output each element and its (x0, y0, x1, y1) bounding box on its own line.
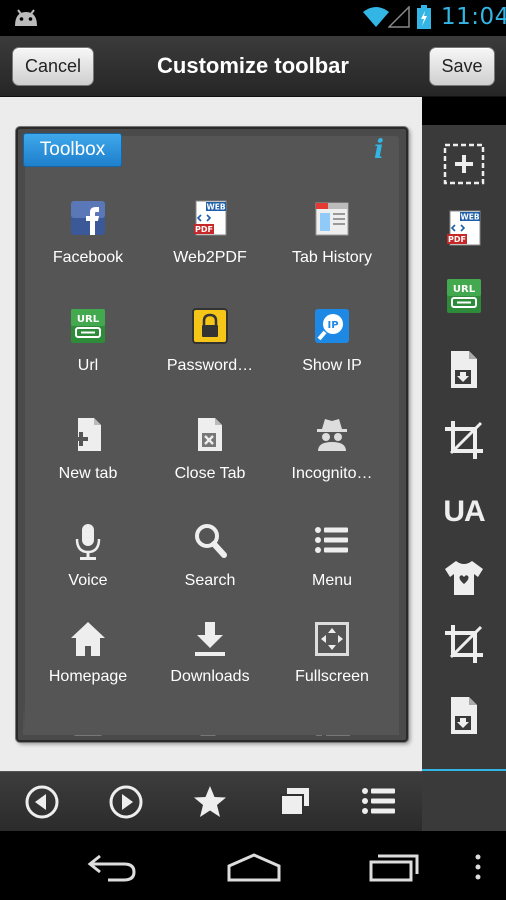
toolbox-item-fullscreen[interactable]: Fullscreen (271, 622, 393, 712)
tab-history-icon (315, 202, 349, 236)
toolbox-item-menu[interactable]: Menu (271, 522, 393, 612)
theme-icon[interactable] (441, 555, 487, 601)
toolbox-item-close-tab[interactable]: Close Tab (149, 415, 271, 505)
toolbox-item-label: Url (77, 357, 99, 374)
toolbox-item-downloads[interactable]: Downloads (149, 622, 271, 712)
status-bar: 11:04 (0, 0, 506, 36)
url-badge-text: URL (77, 314, 100, 325)
pdf-badge-text: PDF (448, 235, 466, 244)
toolbox-item-incognito[interactable]: Incognito… (271, 415, 393, 505)
title-bar: Cancel Customize toolbar Save (0, 36, 506, 97)
wifi-icon (363, 7, 389, 27)
add-slot-icon[interactable] (441, 141, 487, 187)
web-badge-text: WEB (206, 203, 225, 212)
toolbox-item-search[interactable]: Search (149, 522, 271, 612)
toolbox-item-facebook[interactable]: Facebook (27, 199, 149, 289)
toolbox-item-label: Menu (311, 572, 353, 589)
close-tab-icon (198, 418, 222, 451)
signal-icon (388, 6, 410, 28)
toolbox-item-label: Password… (166, 357, 254, 374)
home-icon (71, 622, 105, 656)
toolbox-tab: Toolbox (23, 133, 122, 167)
toolbox-item-label: Search (184, 572, 236, 589)
fullscreen-icon (315, 622, 349, 656)
toolbox-item-label: Voice (68, 572, 108, 589)
crop-icon[interactable] (441, 417, 487, 463)
toolbox-item-password[interactable]: Password… (149, 307, 271, 397)
back-icon[interactable] (24, 784, 60, 820)
incognito-icon (317, 419, 347, 451)
toolbox-item-label: Close Tab (174, 465, 246, 482)
lock-icon (192, 308, 228, 344)
toolbox-item-label: Web2PDF (173, 249, 247, 266)
toolbox-item-label: Downloads (170, 668, 250, 685)
tabs-icon[interactable] (277, 784, 313, 820)
url-badge-text: URL (453, 284, 476, 295)
toolbox-item-label: Show IP (302, 357, 362, 374)
toolbox-item-url[interactable]: URL Url (27, 307, 149, 397)
toolbox-item-label: Facebook (52, 249, 124, 266)
toolbox-item-label: Incognito… (291, 465, 373, 482)
search-icon (195, 524, 227, 558)
facebook-icon (71, 201, 105, 235)
toolbox-item-tab-history[interactable]: Tab History (271, 199, 393, 289)
battery-charging-icon (417, 5, 431, 29)
pdf-badge-text: PDF (195, 225, 213, 234)
toolbox-item-label: Fullscreen (295, 668, 369, 685)
clock: 11:04 (441, 4, 506, 30)
toolbox-item-label: Homepage (48, 668, 128, 685)
toolbox-item-new-tab[interactable]: New tab (27, 415, 149, 505)
save-page-icon[interactable] (441, 692, 487, 738)
save-page-icon[interactable] (441, 346, 487, 392)
web2pdf-icon: WEB PDF (194, 200, 227, 236)
crop-icon[interactable] (441, 621, 487, 667)
nav-back-icon[interactable] (86, 852, 138, 882)
grid-fade (23, 705, 399, 735)
strip-scroll-indicator (422, 769, 506, 771)
url-icon[interactable]: URL (441, 273, 487, 319)
ua-icon[interactable]: UA (441, 489, 487, 535)
toolbox-item-label: Tab History (291, 249, 373, 266)
nav-recent-apps-icon[interactable] (368, 852, 420, 882)
menu-icon (315, 527, 348, 553)
url-icon: URL (71, 309, 105, 343)
nav-home-icon[interactable] (226, 852, 282, 882)
ip-badge-text: IP (327, 320, 338, 331)
info-icon[interactable]: i (374, 135, 384, 165)
android-icon (15, 9, 37, 26)
toolbox-item-voice[interactable]: Voice (27, 522, 149, 612)
microphone-icon (75, 524, 101, 560)
toolbox-item-homepage[interactable]: Homepage (27, 622, 149, 712)
overflow-menu-icon[interactable] (474, 854, 482, 880)
toolbox-item-label: New tab (58, 465, 118, 482)
save-button[interactable]: Save (429, 47, 495, 86)
show-ip-icon: IP (315, 309, 349, 343)
toolbox-item-show-ip[interactable]: IP Show IP (271, 307, 393, 397)
web-badge-text: WEB (460, 213, 479, 222)
forward-icon[interactable] (108, 784, 144, 820)
new-tab-icon (74, 418, 101, 451)
toolbox-item-web2pdf[interactable]: WEB PDF Web2PDF (149, 199, 271, 289)
web2pdf-icon[interactable]: WEB PDF (441, 205, 487, 251)
menu-icon[interactable] (361, 784, 397, 820)
bookmark-star-icon[interactable] (192, 784, 228, 820)
download-icon (195, 622, 225, 656)
